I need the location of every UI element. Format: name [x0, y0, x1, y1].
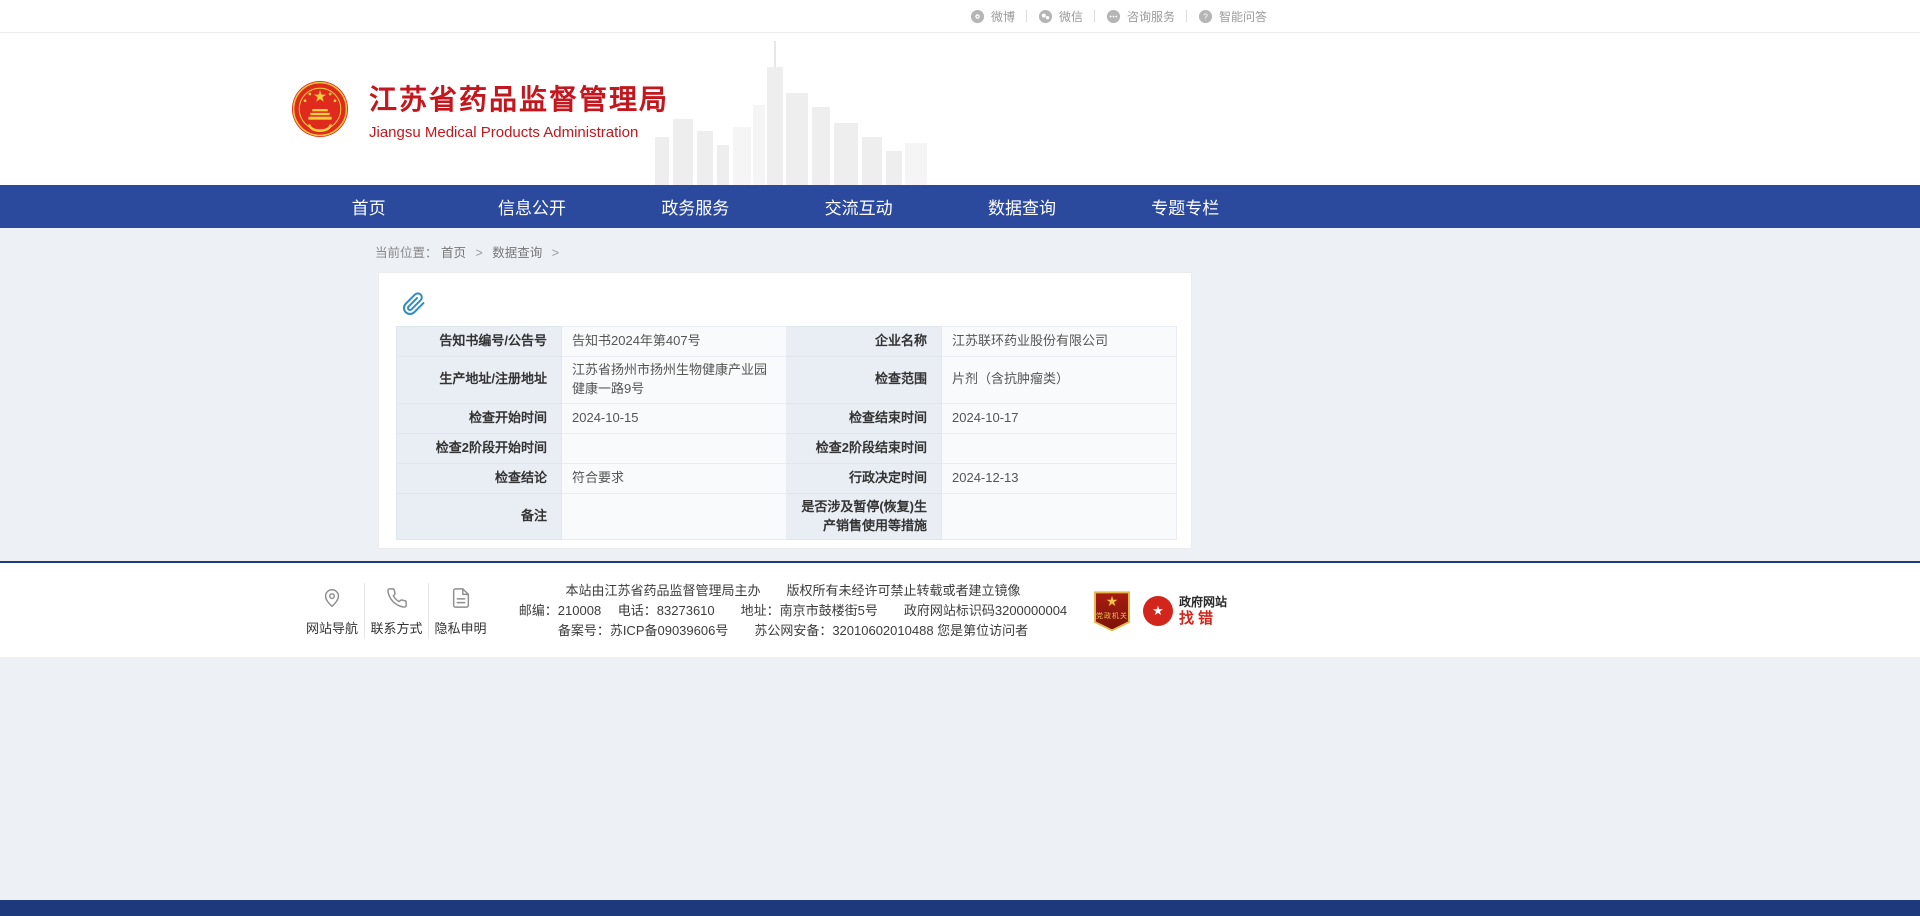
inspection-detail-table: 告知书编号/公告号 告知书2024年第407号 企业名称 江苏联环药业股份有限公…	[396, 326, 1177, 540]
footer-quick-links: 网站导航 联系方式 隐私申明	[300, 583, 492, 639]
party-badge-label: 党政机关	[1096, 611, 1128, 621]
party-government-badge[interactable]: 党政机关	[1094, 591, 1130, 631]
find-error-label: 找错	[1179, 610, 1227, 627]
table-row: 检查结论 符合要求 行政决定时间 2024-12-13	[397, 463, 1177, 493]
page-filler	[0, 657, 1920, 900]
divider	[1026, 10, 1027, 22]
site-titles: 江苏省药品监督管理局 Jiangsu Medical Products Admi…	[369, 78, 669, 141]
table-row: 备注 是否涉及暂停(恢复)生产销售使用等措施	[397, 493, 1177, 540]
site-title: 江苏省药品监督管理局	[369, 78, 669, 118]
field-value: 江苏省扬州市扬州生物健康产业园健康一路9号	[562, 357, 787, 404]
site-subtitle-en: Jiangsu Medical Products Administration	[369, 124, 669, 141]
field-label: 备注	[397, 493, 562, 540]
footer-line-contact: 邮编：210008 电话：83273610 地址：南京市鼓楼街5号 政府网站标识…	[492, 601, 1094, 621]
question-icon: ?	[1198, 9, 1213, 24]
field-value	[562, 433, 787, 463]
footer-link-privacy[interactable]: 隐私申明	[428, 583, 492, 639]
gov-site-label: 政府网站	[1179, 596, 1227, 610]
field-value: 2024-12-13	[942, 463, 1177, 493]
red-seal-icon	[1143, 596, 1173, 626]
field-label: 检查结束时间	[787, 403, 942, 433]
footer-link-label: 联系方式	[370, 618, 422, 637]
topbar: 微博 微信 咨询服务 ? 智能问答	[0, 0, 1920, 33]
breadcrumb-label: 当前位置：	[375, 246, 438, 260]
topbar-item-label: 微信	[1059, 8, 1083, 25]
divider	[1186, 10, 1187, 22]
table-row: 检查开始时间 2024-10-15 检查结束时间 2024-10-17	[397, 403, 1177, 433]
topbar-item-consult[interactable]: 咨询服务	[1106, 8, 1175, 25]
field-label: 生产地址/注册地址	[397, 357, 562, 404]
field-value: 2024-10-17	[942, 403, 1177, 433]
site-footer: 网站导航 联系方式 隐私申明 本站由江苏省药品监督管	[0, 561, 1920, 657]
star-icon	[1106, 593, 1119, 611]
svg-text:?: ?	[1203, 11, 1208, 21]
field-label: 是否涉及暂停(恢复)生产销售使用等措施	[787, 493, 942, 540]
breadcrumb-section-link[interactable]: 数据查询	[492, 246, 542, 260]
field-label: 告知书编号/公告号	[397, 327, 562, 357]
topbar-item-label: 微博	[991, 8, 1015, 25]
nav-item-home[interactable]: 首页	[287, 185, 450, 228]
field-value: 符合要求	[562, 463, 787, 493]
field-value	[942, 433, 1177, 463]
weibo-icon	[970, 9, 985, 24]
topbar-item-label: 咨询服务	[1127, 8, 1175, 25]
breadcrumb-separator: >	[552, 246, 559, 260]
breadcrumb: 当前位置： 首页 > 数据查询 >	[287, 228, 1267, 261]
field-label: 检查开始时间	[397, 403, 562, 433]
topbar-item-qa[interactable]: ? 智能问答	[1198, 8, 1267, 25]
topbar-item-wechat[interactable]: 微信	[1038, 8, 1083, 25]
bottom-bar	[0, 900, 1920, 916]
wechat-icon	[1038, 9, 1053, 24]
footer-link-sitemap[interactable]: 网站导航	[300, 583, 364, 639]
gov-site-find-error-badge[interactable]: 政府网站 找错	[1139, 594, 1231, 629]
main-nav: 首页 信息公开 政务服务 交流互动 数据查询 专题专栏	[0, 185, 1920, 228]
field-value	[562, 493, 787, 540]
nav-item-info-disclosure[interactable]: 信息公开	[450, 185, 613, 228]
field-value: 江苏联环药业股份有限公司	[942, 327, 1177, 357]
field-label: 检查结论	[397, 463, 562, 493]
national-emblem-logo	[291, 80, 349, 138]
topbar-item-label: 智能问答	[1219, 8, 1267, 25]
footer-line-record: 备案号：苏ICP备09039606号 苏公网安备：32010602010488 …	[492, 621, 1094, 641]
field-label: 检查范围	[787, 357, 942, 404]
footer-info: 本站由江苏省药品监督管理局主办 版权所有未经许可禁止转载或者建立镜像 邮编：21…	[492, 581, 1094, 641]
field-label: 检查2阶段结束时间	[787, 433, 942, 463]
chat-bubble-icon	[1106, 9, 1121, 24]
breadcrumb-separator: >	[476, 246, 483, 260]
footer-link-contact[interactable]: 联系方式	[364, 583, 428, 639]
field-value: 片剂（含抗肿瘤类）	[942, 357, 1177, 404]
nav-item-interaction[interactable]: 交流互动	[777, 185, 940, 228]
nav-item-special-topics[interactable]: 专题专栏	[1104, 185, 1267, 228]
footer-line-host: 本站由江苏省药品监督管理局主办 版权所有未经许可禁止转载或者建立镜像	[492, 581, 1094, 601]
paperclip-icon	[402, 292, 426, 316]
field-value	[942, 493, 1177, 540]
footer-link-label: 网站导航	[306, 618, 358, 637]
field-label: 行政决定时间	[787, 463, 942, 493]
footer-badges: 党政机关 政府网站 找错	[1094, 591, 1231, 631]
table-row: 检查2阶段开始时间 检查2阶段结束时间	[397, 433, 1177, 463]
field-value: 2024-10-15	[562, 403, 787, 433]
site-header: 江苏省药品监督管理局 Jiangsu Medical Products Admi…	[0, 33, 1920, 185]
footer-link-label: 隐私申明	[434, 618, 486, 637]
document-icon	[450, 585, 472, 609]
main-content: 当前位置： 首页 > 数据查询 > 告知书编号/公告号 告知书2024年第407…	[0, 228, 1920, 561]
nav-item-data-query[interactable]: 数据查询	[940, 185, 1103, 228]
field-label: 检查2阶段开始时间	[397, 433, 562, 463]
map-pin-icon	[321, 585, 343, 609]
field-label: 企业名称	[787, 327, 942, 357]
field-value: 告知书2024年第407号	[562, 327, 787, 357]
city-skyline-decoration	[655, 35, 935, 185]
table-row: 生产地址/注册地址 江苏省扬州市扬州生物健康产业园健康一路9号 检查范围 片剂（…	[397, 357, 1177, 404]
breadcrumb-home-link[interactable]: 首页	[441, 246, 466, 260]
phone-icon	[386, 585, 408, 609]
inspection-detail-card: 告知书编号/公告号 告知书2024年第407号 企业名称 江苏联环药业股份有限公…	[378, 272, 1192, 549]
nav-item-gov-services[interactable]: 政务服务	[614, 185, 777, 228]
topbar-item-weibo[interactable]: 微博	[970, 8, 1015, 25]
table-row: 告知书编号/公告号 告知书2024年第407号 企业名称 江苏联环药业股份有限公…	[397, 327, 1177, 357]
divider	[1094, 10, 1095, 22]
